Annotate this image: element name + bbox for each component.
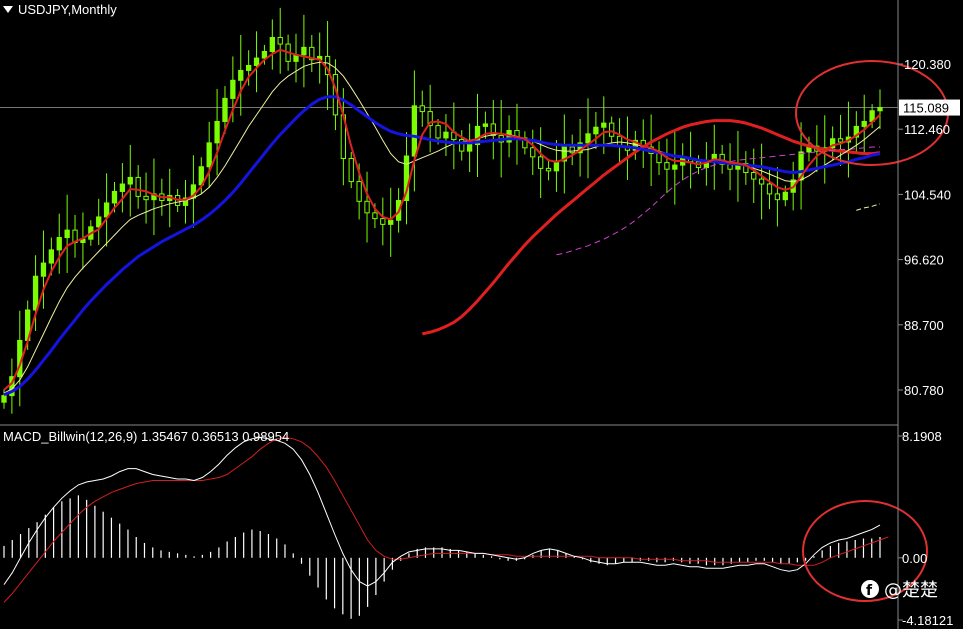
y-tick-label: 96.620 <box>904 253 944 268</box>
candle <box>459 130 465 161</box>
candle <box>577 118 583 177</box>
candle <box>253 31 260 93</box>
y-tick-label: -4.18121 <box>902 613 953 628</box>
candle <box>96 198 102 245</box>
candle <box>735 130 741 202</box>
candle <box>522 131 528 155</box>
current-price-label: 115.089 <box>903 101 949 116</box>
ma-blue-line <box>3 95 881 397</box>
candle <box>537 127 544 199</box>
y-tick-label: 104.540 <box>904 187 951 202</box>
candle <box>151 158 157 236</box>
candle <box>317 32 323 84</box>
macd-title: MACD_Billwin(12,26,9) 1.35467 0.36513 0.… <box>3 429 289 444</box>
candle <box>206 121 212 188</box>
candle <box>837 114 844 166</box>
candle <box>388 187 394 257</box>
candle <box>616 118 623 165</box>
candle <box>80 212 86 270</box>
candle <box>672 129 678 205</box>
candle <box>309 35 315 73</box>
price-axis: 120.380 112.460 104.540 96.620 88.700 80.780 1… <box>898 57 960 398</box>
chart-canvas: USDJPY,Monthly MACD_Billwin(12,26,9) 1.3… <box>0 0 960 629</box>
candle <box>135 165 141 209</box>
y-tick-label: 88.700 <box>904 318 944 333</box>
macd-main-line <box>3 436 881 587</box>
candle <box>119 163 126 213</box>
candle <box>277 7 283 74</box>
candle <box>474 93 481 178</box>
candle <box>411 70 418 192</box>
candle <box>127 144 133 217</box>
candle <box>530 129 536 175</box>
y-tick-label: 80.780 <box>904 383 944 398</box>
candle <box>640 119 646 168</box>
candle <box>561 114 567 194</box>
y-tick-label: 0.00 <box>902 551 927 566</box>
candle <box>545 158 552 181</box>
candle <box>609 116 615 143</box>
macd-signal-line <box>3 436 889 603</box>
candle <box>348 151 354 189</box>
ma-yellow-thin-line <box>3 61 881 394</box>
y-tick-label: 120.380 <box>904 57 951 72</box>
candle <box>632 130 639 160</box>
candle <box>727 143 733 191</box>
candle <box>758 143 765 220</box>
candle <box>774 167 781 227</box>
candle <box>143 172 149 224</box>
candle <box>301 14 307 88</box>
candle <box>751 148 757 203</box>
candle <box>877 89 883 129</box>
candle <box>182 179 189 224</box>
candle <box>214 88 220 176</box>
watermark-text: @楚楚 <box>884 580 938 601</box>
y-tick-label: 112.460 <box>904 122 950 137</box>
macd-panel <box>3 436 928 619</box>
ma-yellow-dashed-line <box>856 203 881 211</box>
candle <box>711 124 717 190</box>
candle <box>553 139 560 192</box>
candle <box>72 214 78 258</box>
candle <box>656 141 662 175</box>
svg-text:f: f <box>866 583 873 599</box>
watermark: f @楚楚 <box>861 580 938 601</box>
candle <box>514 103 520 165</box>
price-panel <box>0 7 949 414</box>
candle <box>466 123 473 173</box>
candle <box>593 111 599 150</box>
candle <box>443 114 449 157</box>
candle <box>743 151 749 185</box>
candle <box>56 213 62 274</box>
candle <box>490 100 496 160</box>
ma-red-thin-line <box>3 48 881 391</box>
candle <box>238 35 244 116</box>
candle <box>419 90 425 127</box>
candle <box>364 171 370 243</box>
candle <box>585 98 591 179</box>
chart-title: USDJPY,Monthly <box>18 2 117 17</box>
candle <box>9 358 15 414</box>
candle <box>451 102 457 170</box>
dropdown-triangle-icon[interactable] <box>3 6 13 13</box>
candle <box>829 126 836 161</box>
y-tick-label: 8.1908 <box>902 429 942 444</box>
candle <box>664 138 670 194</box>
candle <box>269 19 275 70</box>
candle <box>103 173 110 247</box>
candle <box>293 33 299 83</box>
candle <box>64 194 70 273</box>
candle <box>190 155 197 228</box>
candle <box>403 132 410 225</box>
candle <box>569 134 575 166</box>
candle <box>861 94 867 154</box>
candle <box>380 197 386 246</box>
candle <box>427 84 433 153</box>
